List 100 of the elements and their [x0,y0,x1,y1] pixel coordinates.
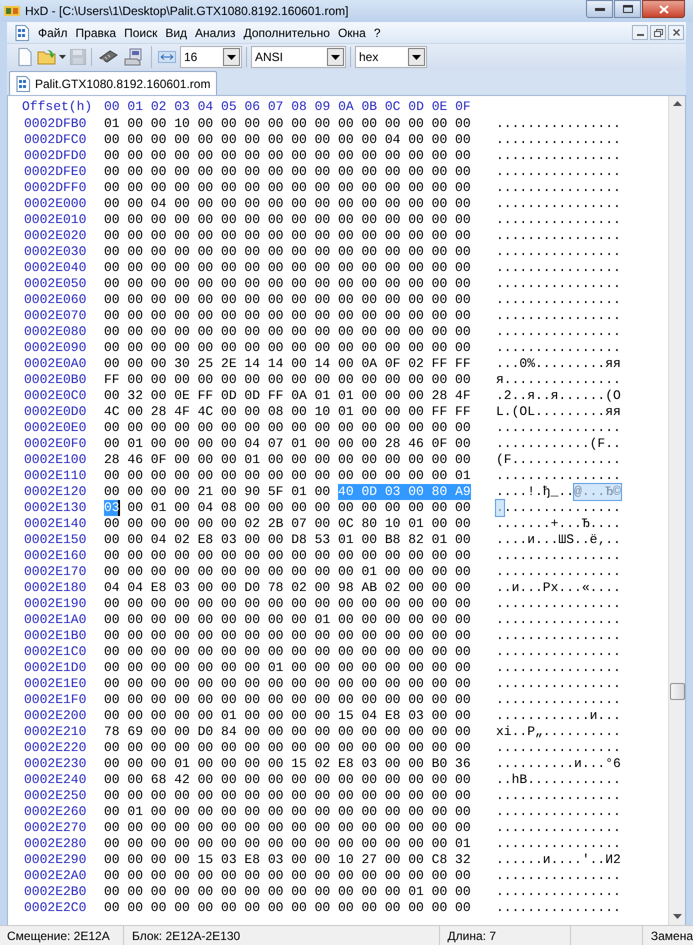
ascii-text: ................ [496,228,621,244]
ascii-text: ................ [496,884,621,900]
hex-bytes: 00 00 00 00 00 00 00 00 00 00 00 00 00 00 00 00 [104,548,471,564]
column-header: 0E [432,99,448,115]
hex-bytes: 00 00 00 00 00 00 00 00 00 00 00 00 00 00 00 00 [104,596,471,612]
row-offset: 0002E090 [24,340,88,356]
blank-page-icon [17,48,33,66]
ascii-text: ................ [496,820,621,836]
row-offset: 0002E250 [24,788,88,804]
row-offset: 0002E1E0 [24,676,88,692]
ascii-text: ................ [496,196,621,212]
hex-bytes: 00 00 00 00 00 01 00 00 00 00 15 04 E8 03 00 00 [104,708,471,724]
row-offset: 0002E270 [24,820,88,836]
selected-text: @...Ђ© [574,484,621,500]
hex-bytes: 00 00 00 00 00 00 00 00 00 00 00 00 00 00 00 00 [104,420,471,436]
dropdown-field[interactable]: 16 [180,46,242,68]
ascii-text: ....!.ђ_.. [496,484,574,500]
ascii-text: ................ [496,340,621,356]
menu-item[interactable]: Файл [34,22,72,42]
file-tab[interactable]: Palit.GTX1080.8192.160601.rom [9,71,218,95]
child-minimize-button[interactable] [632,25,648,40]
minimize-button[interactable] [586,0,613,18]
menu-item[interactable]: Поиск [120,22,162,42]
ascii-text: ................ [496,868,621,884]
child-close-button[interactable] [668,25,684,40]
menu-item[interactable]: Правка [72,22,120,42]
hex-bytes: 00 32 00 0E FF 0D 0D FF 0A 01 01 00 00 00 28 4F [104,388,471,404]
menu-item[interactable]: Окна [334,22,370,42]
hex-bytes: 04 04 E8 03 00 00 D0 78 02 00 98 AB 02 00 00 00 [104,580,471,596]
close-icon [658,4,668,14]
hex-bytes: 00 00 68 42 00 00 00 00 00 00 00 00 00 00 00 00 [104,772,471,788]
ascii-text: ................ [496,260,621,276]
scroll-up-icon [672,101,682,106]
ascii-text: ................ [496,836,621,852]
disk-drive-icon [124,48,142,66]
ascii-text: ............(F.. [496,436,621,452]
status-text: Блок: 2E12A-2E130 [124,926,440,945]
ascii-text: ................ [496,420,621,436]
row-offset: 0002DFF0 [24,180,88,196]
column-header: 09 [314,99,330,115]
ascii-text: ................ [496,292,621,308]
ascii-text: ................ [496,132,621,148]
row-offset: 0002E140 [24,516,88,532]
row-offset: 0002E190 [24,596,88,612]
selected-bytes: 40 0D 03 00 80 A9 [338,484,471,500]
ascii-text: ................ [496,164,621,180]
column-header: 01 [127,99,144,115]
vertical-scrollbar[interactable] [668,96,685,925]
hex-bytes: 00 00 00 00 00 00 00 01 00 00 00 00 00 00 00 00 [104,660,471,676]
column-header: 06 [244,99,260,115]
ascii-text: ................ [496,804,621,820]
hex-bytes: 00 00 00 00 00 00 00 00 00 00 00 00 00 00 00 00 [104,340,471,356]
hex-bytes: 00 00 00 00 00 00 00 00 00 00 00 00 00 00 00 00 [104,900,471,916]
row-offset: 0002DFE0 [24,164,88,180]
dropdown-field[interactable]: ANSI [251,46,346,68]
column-header: 02 [150,99,166,115]
hex-bytes: 4C 00 28 4F 4C 00 00 08 00 10 01 00 00 00 FF FF [104,404,471,420]
ascii-text: ................ [496,628,621,644]
ascii-text: L.(OL.........яя [496,404,621,420]
row-offset: 0002E2B0 [24,884,88,900]
restore-icon [622,5,632,13]
hex-bytes: 00 00 00 00 00 00 00 00 00 00 00 00 00 00 00 00 [104,820,471,836]
hex-bytes: 00 00 00 00 00 00 00 00 00 00 00 00 00 00 00 00 [104,244,471,260]
row-offset: 0002E050 [24,276,88,292]
dropdown-field[interactable]: hex [355,46,427,68]
column-header: 0F [455,99,471,115]
child-restore-button[interactable] [650,25,666,40]
row-offset: 0002E210 [24,724,88,740]
hex-bytes: 00 00 00 00 00 00 00 00 00 00 00 00 00 00 00 01 [104,836,471,852]
menu-item[interactable]: Вид [161,22,192,42]
hex-bytes: 00 01 00 04 08 00 00 00 00 00 00 00 00 00 00 [127,500,471,516]
hex-bytes: 00 00 00 00 00 00 00 00 00 00 00 00 00 01 00 00 [104,884,471,900]
status-text: Замена [650,928,693,944]
menu-item[interactable]: Дополнительно [240,22,334,42]
hex-bytes: 00 00 00 00 00 00 00 00 00 00 00 00 00 00 00 00 [104,164,471,180]
hex-bytes: 00 00 00 00 15 03 E8 03 00 00 10 27 00 00 C8 32 [104,852,471,868]
ascii-text: ............и... [496,708,621,724]
row-offset: 0002E020 [24,228,88,244]
menu-item[interactable]: Анализ [191,22,240,42]
document-icon [16,76,30,92]
ascii-text: .2..я..я......(O [496,388,621,404]
close-button[interactable] [642,0,685,18]
row-offset: 0002E0B0 [24,372,88,388]
scroll-thumb[interactable] [670,683,684,700]
menu-item[interactable]: ? [370,22,385,42]
row-offset: 0002E200 [24,708,88,724]
ascii-text: ................ [496,148,621,164]
row-offset: 0002E0F0 [24,436,88,452]
maximize-button[interactable] [614,0,641,18]
hex-bytes: 00 00 00 00 00 00 00 00 00 00 00 00 00 00 00 00 [104,692,471,708]
hex-bytes: FF 00 00 00 00 00 00 00 00 00 00 00 00 00 00 00 [104,372,471,388]
ascii-text: (F.............. [496,452,621,468]
row-offset: 0002E060 [24,292,88,308]
ascii-text: ................ [496,548,621,564]
hex-bytes: 00 00 00 00 00 00 00 00 00 00 00 00 00 00 00 00 [104,148,471,164]
column-header: 0C [384,99,400,115]
hex-bytes: 00 00 00 00 00 00 00 00 00 00 00 00 00 00 00 00 [104,212,471,228]
ascii-text: ................ [496,596,621,612]
row-offset: 0002E2A0 [24,868,88,884]
ascii-text: ..........и...°6 [496,756,621,772]
